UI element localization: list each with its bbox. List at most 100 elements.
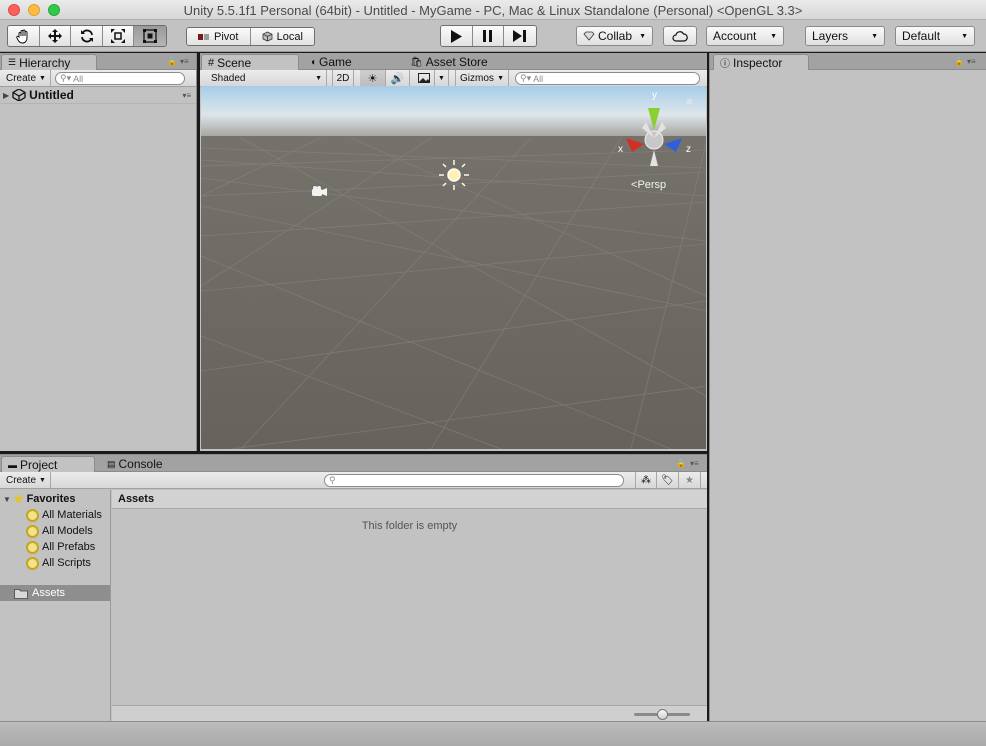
play-button[interactable]	[441, 26, 473, 46]
save-search-button[interactable]: ★	[679, 472, 701, 488]
scene-view-toolbar: Shaded ▼ 2D ☀ 🔊 ▼ Gizmos ▼ ⚲▾ All	[200, 70, 707, 87]
project-contents-area[interactable]: This folder is empty	[112, 510, 707, 705]
move-arrows-icon	[47, 29, 62, 43]
project-panel: ▬ Project ▤ Console 🔒 ▾≡ Create ▼ ⚲ ⁂ 🏷 …	[0, 454, 707, 722]
scene-effects-toggle[interactable]	[413, 70, 435, 86]
folder-icon: ▬	[8, 459, 17, 470]
rotate-icon	[80, 29, 93, 43]
transform-tools	[7, 25, 167, 47]
gizmo-y-label: y	[652, 90, 657, 101]
favorite-all-models[interactable]: All Models	[26, 523, 93, 539]
search-icon: ⚲	[329, 475, 336, 485]
orientation-gizmo[interactable]: y x z <Persp	[614, 90, 704, 192]
scene-row[interactable]: ▶ Untitled ▾≡	[0, 87, 196, 104]
scene-audio-toggle[interactable]: 🔊	[386, 70, 410, 86]
project-create-button[interactable]: Create ▼	[2, 472, 51, 488]
hierarchy-tabbar: ☰ Hierarchy 🔒 ▾≡	[0, 53, 196, 70]
panel-menu-icon[interactable]: ▾≡	[690, 459, 699, 468]
pivot-icon	[198, 33, 210, 40]
rotate-tool-button[interactable]	[71, 26, 103, 46]
projection-label: Persp	[637, 179, 667, 191]
tab-project[interactable]: ▬ Project	[1, 456, 95, 472]
diamond-icon	[583, 31, 595, 41]
pivot-toggle-button[interactable]: Pivot	[187, 28, 251, 45]
grid-icon: #	[208, 56, 215, 69]
lock-icon[interactable]: 🔒	[676, 459, 686, 468]
search-by-label-button[interactable]: 🏷	[657, 472, 679, 488]
scene-viewport[interactable]: y x z <Persp	[201, 86, 706, 449]
icon-size-slider[interactable]	[634, 709, 690, 720]
favorites-header[interactable]: ▼ ★ Favorites	[3, 491, 76, 507]
favorite-all-materials[interactable]: All Materials	[26, 507, 102, 523]
rect-tool-button[interactable]	[134, 26, 166, 46]
rect-transform-icon	[143, 29, 158, 43]
saved-search-icon	[26, 524, 39, 538]
speaker-icon: 🔊	[390, 72, 405, 85]
tab-game[interactable]: ◖ Game	[304, 54, 358, 70]
step-button[interactable]	[504, 26, 536, 46]
project-search-input[interactable]: ⚲	[324, 474, 624, 487]
star-icon: ★	[685, 474, 694, 486]
shading-mode-dropdown[interactable]: Shaded ▼	[207, 70, 327, 86]
gizmos-dropdown[interactable]: Gizmos ▼	[455, 70, 509, 86]
cloud-icon	[672, 30, 688, 42]
collab-dropdown[interactable]: Collab ▼	[576, 26, 653, 46]
gizmos-label: Gizmos	[460, 72, 494, 84]
scene-menu-icon[interactable]: ▾≡	[182, 91, 191, 100]
panel-menu-icon[interactable]: ▾≡	[180, 57, 189, 66]
folder-icon	[14, 588, 28, 599]
hierarchy-search-input[interactable]: ⚲▾ All	[55, 72, 185, 85]
2d-mode-toggle[interactable]: 2D	[332, 70, 354, 86]
breadcrumb-assets[interactable]: Assets	[118, 493, 154, 505]
search-by-type-button[interactable]: ⁂	[635, 472, 657, 488]
tab-asset-store[interactable]: 🛍 Asset Store	[404, 54, 494, 70]
scene-lighting-toggle[interactable]: ☀	[360, 70, 386, 86]
projection-toggle[interactable]: <Persp	[631, 179, 666, 191]
panel-menu-icon[interactable]: ▾≡	[967, 57, 976, 66]
lock-icon[interactable]: 🔒	[167, 57, 177, 66]
search-placeholder: All	[533, 73, 544, 84]
assets-folder-row[interactable]: Assets	[0, 585, 110, 601]
hand-icon	[16, 29, 28, 44]
unity-scene-icon	[12, 89, 26, 101]
tab-hierarchy[interactable]: ☰ Hierarchy	[1, 54, 97, 70]
tab-console[interactable]: ▤ Console	[101, 456, 169, 472]
favorite-all-scripts[interactable]: All Scripts	[26, 555, 91, 571]
pause-button[interactable]	[472, 26, 505, 46]
game-tab-label: Game	[319, 55, 352, 69]
hierarchy-subbar: Create ▼ ⚲▾ All	[0, 70, 196, 87]
sun-icon: ☀	[367, 72, 378, 85]
effects-dropdown[interactable]: ▼	[435, 70, 449, 86]
cloud-services-button[interactable]	[663, 26, 697, 46]
window-title: Unity 5.5.1f1 Personal (64bit) - Untitle…	[183, 3, 803, 18]
local-toggle-button[interactable]: Local	[250, 28, 314, 45]
collab-label: Collab	[598, 29, 633, 43]
hierarchy-create-button[interactable]: Create ▼	[2, 70, 51, 86]
tab-scene[interactable]: # Scene	[201, 54, 299, 70]
favorite-all-prefabs[interactable]: All Prefabs	[26, 539, 95, 555]
image-icon	[417, 73, 430, 83]
assets-folder-label: Assets	[32, 587, 66, 599]
hand-tool-button[interactable]	[8, 26, 40, 46]
favorite-label: All Models	[42, 525, 93, 537]
layers-dropdown[interactable]: Layers ▼	[805, 26, 885, 46]
info-icon: ⓘ	[720, 59, 730, 70]
dropdown-arrow-icon: ▼	[961, 32, 968, 40]
expand-arrow-icon[interactable]: ▶	[3, 91, 9, 100]
console-icon: ▤	[107, 458, 116, 469]
move-tool-button[interactable]	[39, 26, 72, 46]
2d-label: 2D	[336, 72, 350, 84]
slider-knob[interactable]	[656, 709, 668, 720]
hierarchy-panel: ☰ Hierarchy 🔒 ▾≡ Create ▼ ⚲▾ All ▶ Untit…	[0, 53, 197, 451]
scale-tool-button[interactable]	[102, 26, 135, 46]
expand-arrow-icon[interactable]: ▼	[3, 495, 11, 504]
local-label: Local	[276, 30, 303, 43]
scene-search-input[interactable]: ⚲▾ All	[515, 72, 700, 85]
inspector-tabbar: ⓘ Inspector 🔒 ▾≡	[710, 53, 986, 70]
layers-label: Layers	[812, 29, 849, 43]
account-dropdown[interactable]: Account ▼	[706, 26, 784, 46]
directional-light-gizmo[interactable]	[439, 160, 469, 190]
tab-inspector[interactable]: ⓘ Inspector	[713, 54, 809, 70]
lock-icon[interactable]: 🔒	[954, 57, 964, 66]
layout-dropdown[interactable]: Default ▼	[895, 26, 975, 46]
